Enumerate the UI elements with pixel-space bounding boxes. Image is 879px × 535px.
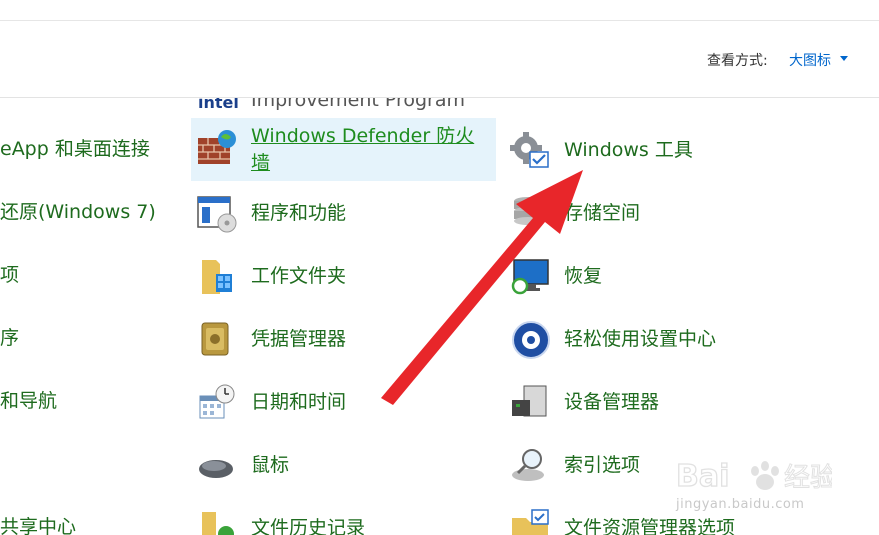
file-history-item[interactable]: 文件历史记录	[251, 515, 365, 535]
recovery-icon	[511, 259, 549, 295]
indexing-options-icon	[512, 449, 544, 481]
firewall-item-label-line1[interactable]: Windows Defender 防火	[251, 123, 474, 149]
work-folders-item[interactable]: 工作文件夹	[251, 263, 346, 289]
left-item-network-sharing[interactable]: 共享中心	[0, 514, 76, 535]
svg-text:经验: 经验	[784, 463, 832, 493]
storage-spaces-item[interactable]: 存储空间	[564, 200, 640, 226]
indexing-options-item[interactable]: 索引选项	[564, 452, 640, 478]
storage-spaces-icon	[514, 197, 542, 225]
programs-features-item[interactable]: 程序和功能	[251, 200, 346, 226]
left-item-5[interactable]: 和导航	[0, 388, 57, 414]
recovery-item[interactable]: 恢复	[564, 263, 602, 289]
watermark-url: jingyan.baidu.com	[676, 497, 805, 512]
firewall-item-label-line2[interactable]: 墙	[251, 150, 270, 176]
partial-top-icon	[510, 98, 552, 126]
mouse-item[interactable]: 鼠标	[251, 452, 289, 478]
ceip-item-label[interactable]: Improvement Program	[251, 98, 465, 113]
baidu-watermark-logo: Bai 经验	[675, 458, 832, 494]
credential-manager-item[interactable]: 凭据管理器	[251, 326, 346, 352]
view-by-label: 查看方式:	[707, 53, 768, 69]
windows-tools-icon	[510, 132, 549, 168]
top-bar	[0, 0, 879, 21]
explorer-options-item[interactable]: 文件资源管理器选项	[564, 515, 735, 535]
firewall-icon	[198, 130, 236, 164]
left-item-3[interactable]: 项	[0, 262, 19, 288]
left-item-remoteapp[interactable]: eApp 和桌面连接	[0, 136, 150, 162]
programs-icon	[197, 196, 237, 233]
ease-of-access-icon	[512, 321, 550, 359]
file-history-icon	[202, 512, 234, 535]
date-time-icon	[199, 384, 235, 419]
left-item-4[interactable]: 序	[0, 325, 19, 351]
device-manager-item[interactable]: 设备管理器	[564, 389, 659, 415]
view-by-dropdown[interactable]: 大图标	[789, 50, 831, 70]
svg-text:Bai: Bai	[676, 459, 729, 494]
ease-of-access-item[interactable]: 轻松使用设置中心	[564, 326, 716, 352]
chevron-down-icon[interactable]	[840, 56, 848, 61]
explorer-options-icon	[512, 509, 549, 535]
svg-text:intel: intel	[198, 98, 238, 112]
device-manager-icon	[512, 385, 547, 417]
date-time-item[interactable]: 日期和时间	[251, 389, 346, 415]
work-folders-icon	[202, 260, 232, 294]
windows-tools-item[interactable]: Windows 工具	[564, 137, 693, 163]
credential-manager-icon	[201, 322, 229, 356]
left-item-backup-restore[interactable]: 还原(Windows 7)	[0, 199, 156, 225]
mouse-icon	[199, 460, 233, 478]
